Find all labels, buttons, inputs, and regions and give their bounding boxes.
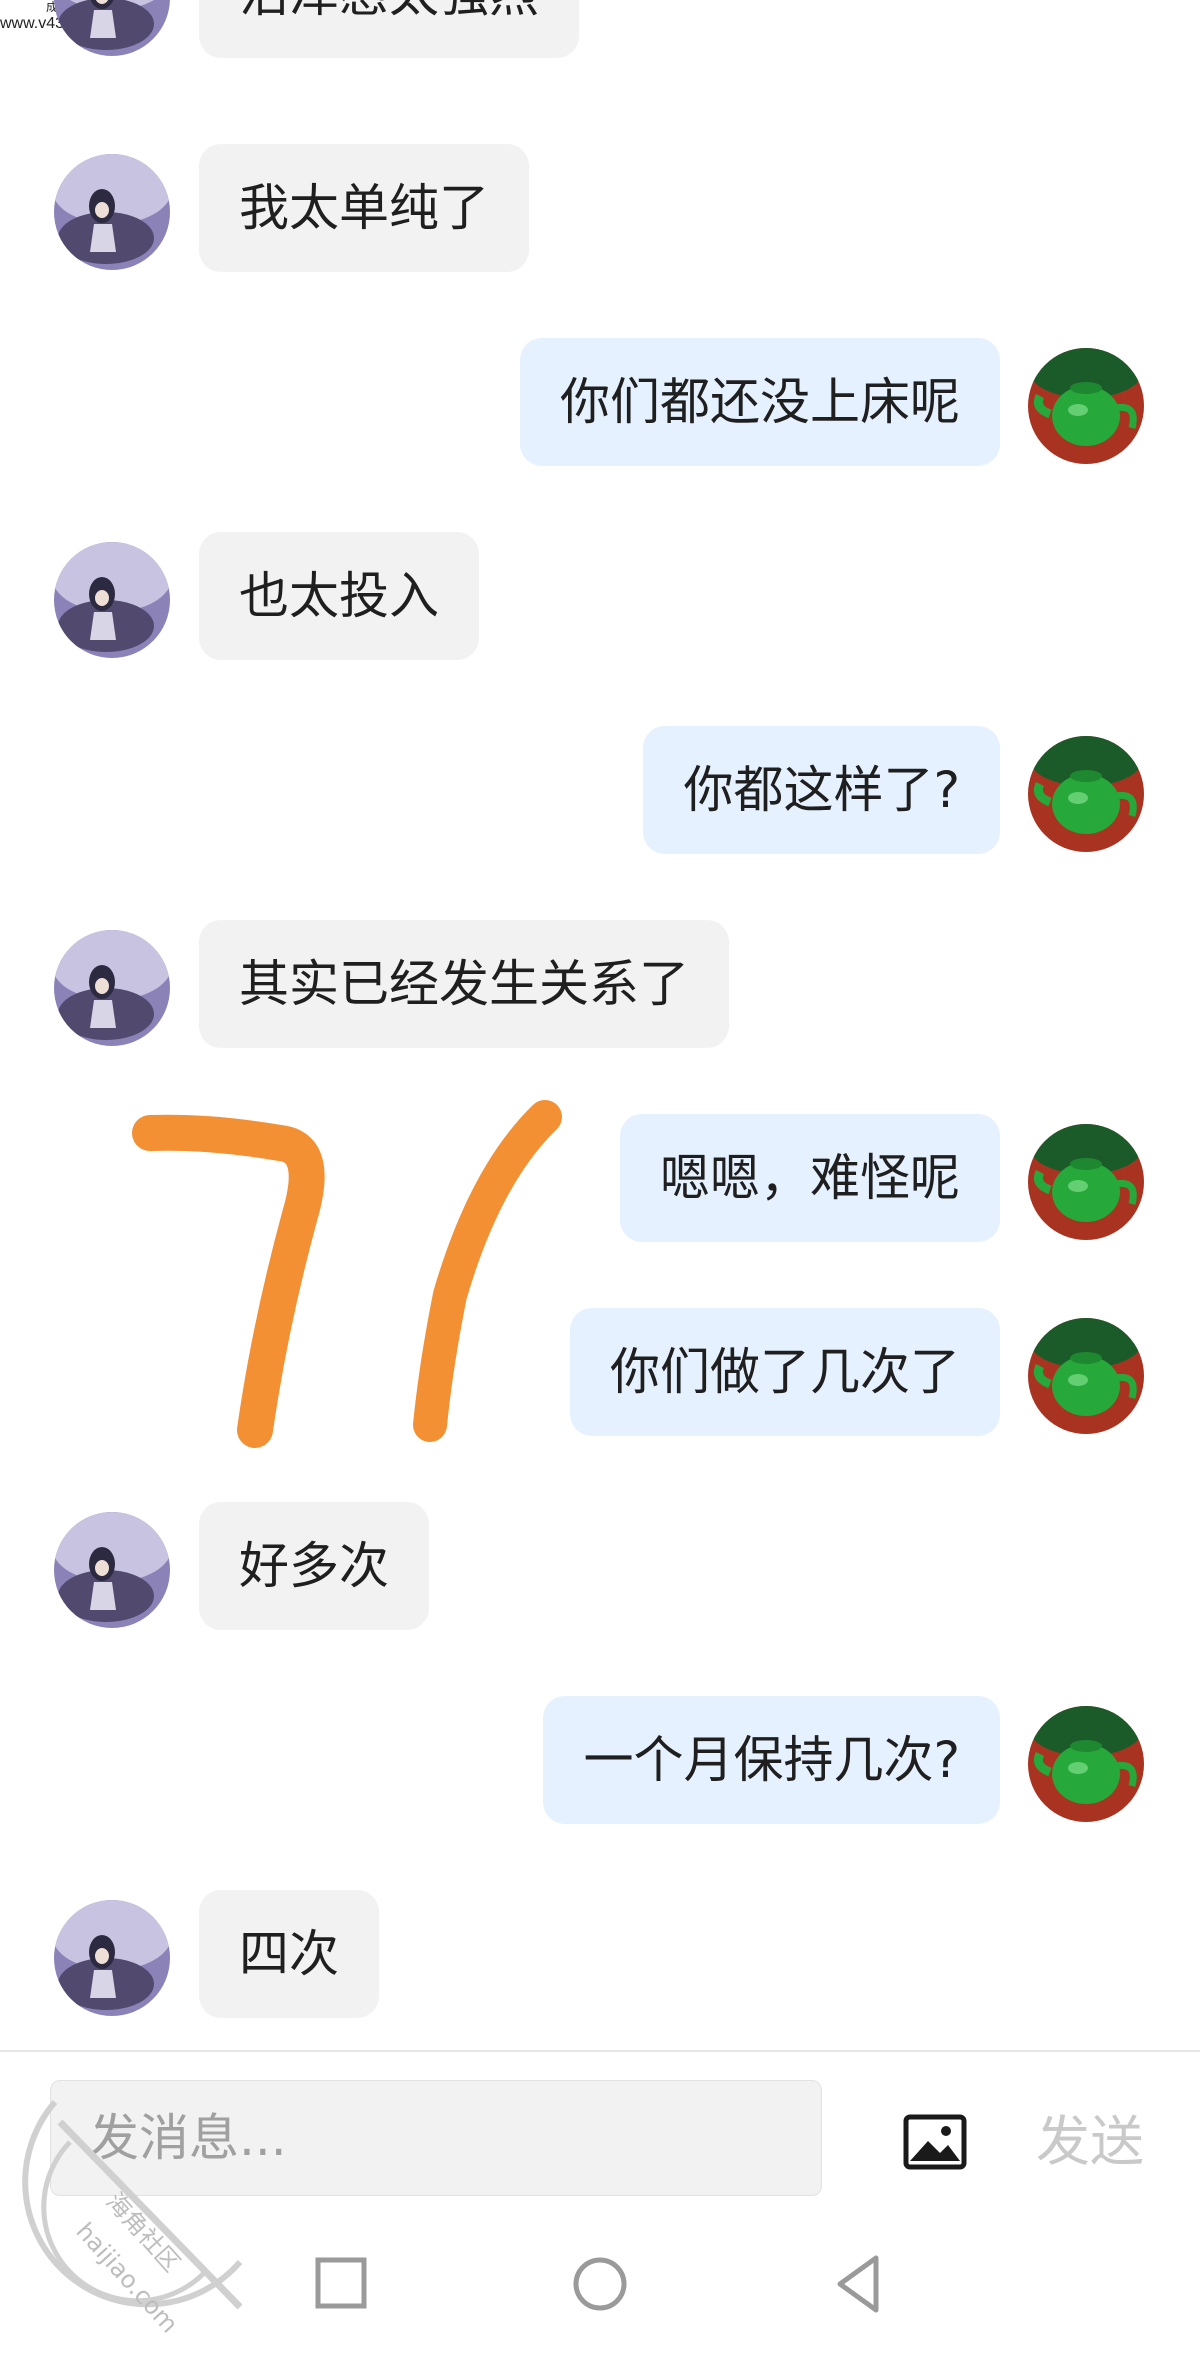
handwritten-annotation — [132, 1100, 562, 1448]
incoming-message-bubble[interactable]: 其实已经发生关系了 — [199, 920, 729, 1048]
annotation-stroke-slash — [413, 1100, 562, 1442]
contact-avatar[interactable] — [54, 154, 170, 270]
outgoing-message-bubble[interactable]: 你都这样了? — [643, 726, 1000, 854]
message-row: 你都这样了? — [0, 726, 1200, 856]
incoming-message-bubble[interactable]: 好多次 — [199, 1502, 429, 1630]
incoming-message-bubble[interactable]: 沼泽感太强烈 — [199, 0, 579, 58]
message-row: 沼泽感太强烈 — [0, 0, 1200, 60]
my-avatar[interactable] — [1028, 1124, 1144, 1240]
message-row: 一个月保持几次? — [0, 1696, 1200, 1826]
message-row: 也太投入 — [0, 532, 1200, 662]
outgoing-message-bubble[interactable]: 一个月保持几次? — [543, 1696, 1000, 1824]
back-triangle-icon[interactable] — [818, 2244, 898, 2324]
message-row: 好多次 — [0, 1502, 1200, 1632]
contact-avatar[interactable] — [54, 0, 170, 56]
chat-area[interactable]: 沼泽感太强烈 我太单纯了 你们都还没上床呢 也太投入 你都这样了? 其实已经发生… — [0, 0, 1200, 2050]
incoming-message-bubble[interactable]: 也太投入 — [199, 532, 479, 660]
send-button[interactable]: 发送 — [1036, 2092, 1144, 2192]
outgoing-message-bubble[interactable]: 你们都还没上床呢 — [520, 338, 1000, 466]
bottom-watermark-logo: 海角社区 haijiao.com — [22, 2100, 243, 2338]
image-icon[interactable] — [900, 2107, 970, 2177]
my-avatar[interactable] — [1028, 736, 1144, 852]
square-icon[interactable] — [302, 2244, 382, 2324]
message-row: 四次 — [0, 1890, 1200, 2020]
incoming-message-bubble[interactable]: 四次 — [199, 1890, 379, 2018]
contact-avatar[interactable] — [54, 542, 170, 658]
message-row: 其实已经发生关系了 — [0, 920, 1200, 1050]
outgoing-message-bubble[interactable]: 你们做了几次了 — [570, 1308, 1000, 1436]
contact-avatar[interactable] — [54, 1900, 170, 2016]
circle-icon[interactable] — [560, 2244, 640, 2324]
annotation-stroke-seven — [132, 1114, 325, 1448]
message-row: 我太单纯了 — [0, 144, 1200, 274]
message-row: 你们都还没上床呢 — [0, 338, 1200, 468]
incoming-message-bubble[interactable]: 我太单纯了 — [199, 144, 529, 272]
outgoing-message-bubble[interactable]: 嗯嗯，难怪呢 — [620, 1114, 1000, 1242]
contact-avatar[interactable] — [54, 930, 170, 1046]
my-avatar[interactable] — [1028, 1706, 1144, 1822]
contact-avatar[interactable] — [54, 1512, 170, 1628]
my-avatar[interactable] — [1028, 348, 1144, 464]
my-avatar[interactable] — [1028, 1318, 1144, 1434]
